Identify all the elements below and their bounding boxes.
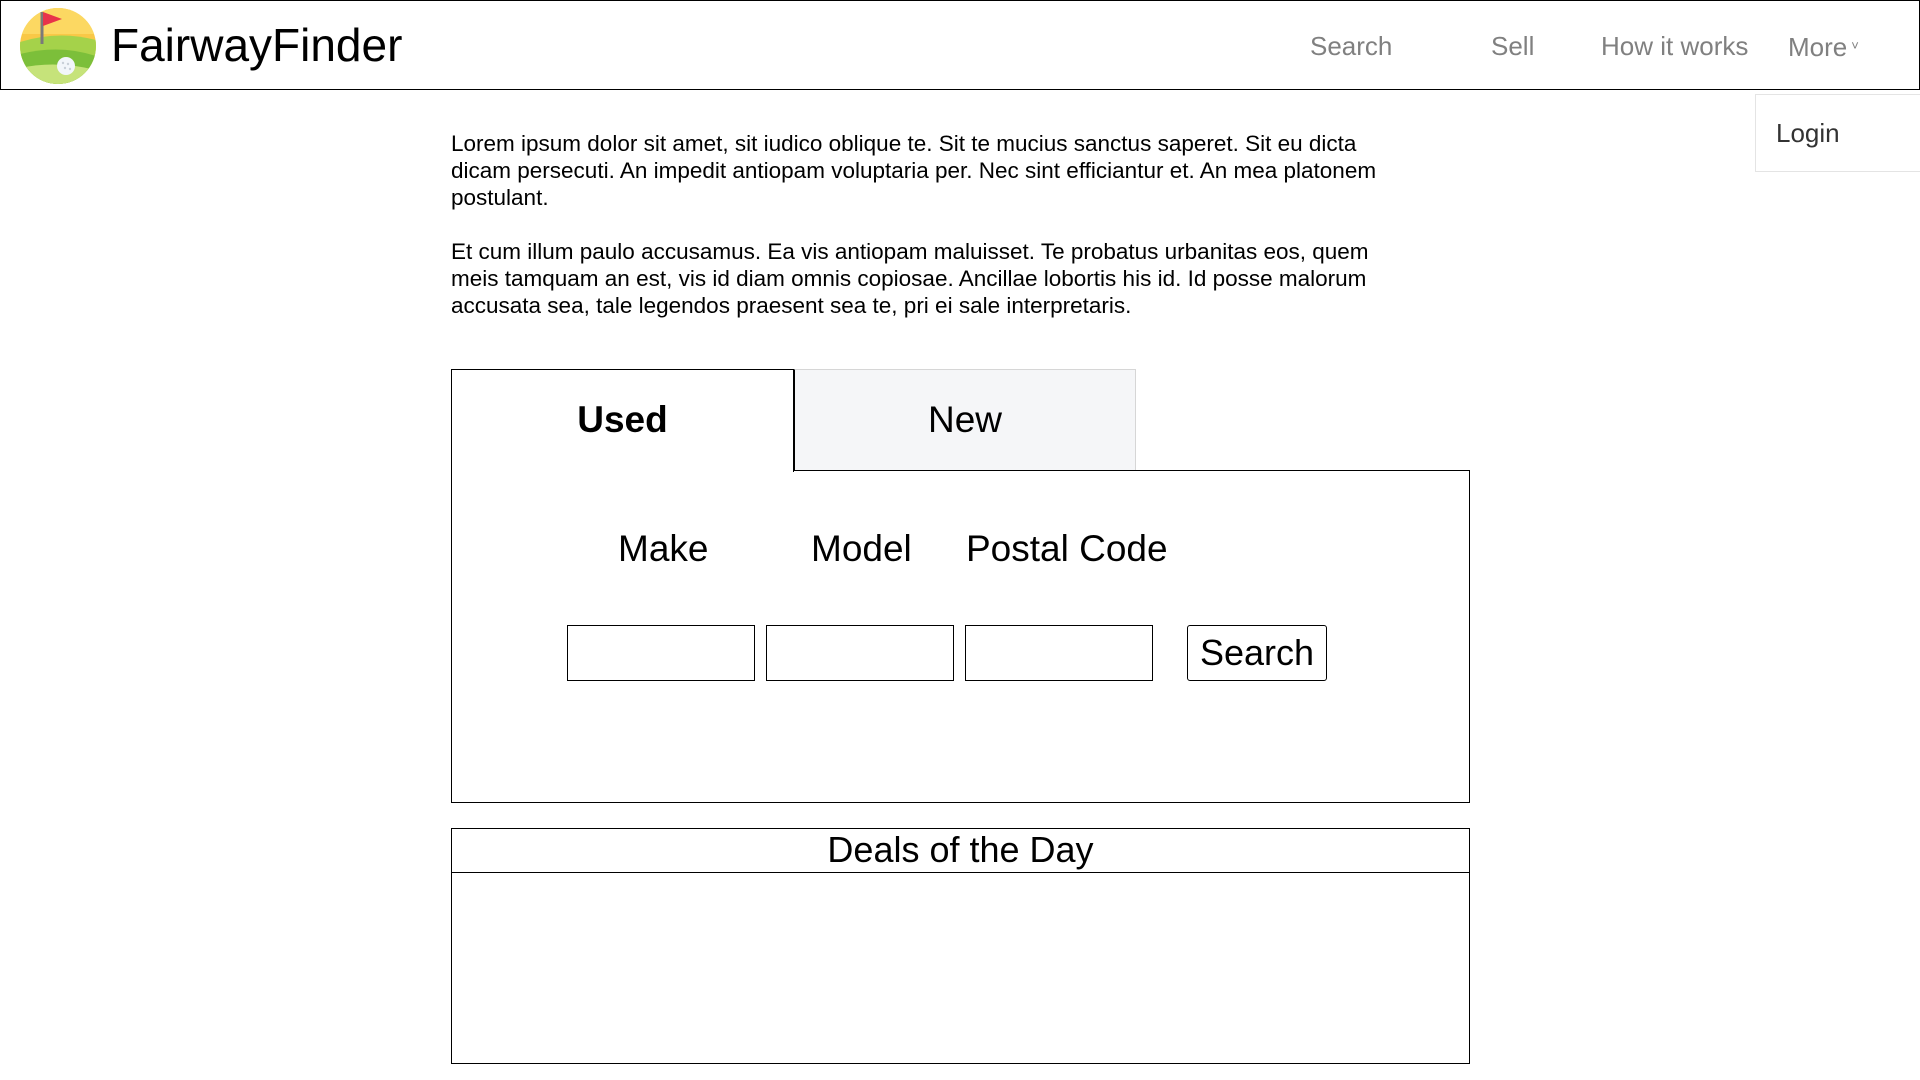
tab-new[interactable]: New xyxy=(794,369,1136,471)
deals-of-the-day-panel: Deals of the Day xyxy=(451,828,1470,1064)
model-label: Model xyxy=(811,528,912,569)
make-label: Make xyxy=(618,528,709,569)
intro-paragraph-2: Et cum illum paulo accusamus. Ea vis ant… xyxy=(451,239,1369,318)
nav-how-it-works-link[interactable]: How it works xyxy=(1601,29,1748,63)
login-menu-item[interactable]: Login xyxy=(1776,116,1840,150)
intro-text: Lorem ipsum dolor sit amet, sit iudico o… xyxy=(451,130,1401,346)
golf-course-flag-icon[interactable] xyxy=(20,8,96,84)
nav-more-menu[interactable]: More ˅ xyxy=(1788,29,1859,64)
search-button[interactable]: Search xyxy=(1187,625,1327,681)
nav-more-label: More xyxy=(1788,32,1848,62)
postal-code-label: Postal Code xyxy=(966,528,1168,569)
chevron-down-icon: ˅ xyxy=(1851,38,1859,53)
page: FairwayFinder Search Sell How it works M… xyxy=(0,0,1920,1080)
top-navbar: FairwayFinder Search Sell How it works M… xyxy=(0,0,1920,90)
deals-title: Deals of the Day xyxy=(452,829,1469,873)
intro-paragraph-1: Lorem ipsum dolor sit amet, sit iudico o… xyxy=(451,131,1377,210)
postal-code-input[interactable] xyxy=(965,625,1153,681)
model-input[interactable] xyxy=(766,625,954,681)
nav-search-link[interactable]: Search xyxy=(1310,29,1392,63)
brand-name[interactable]: FairwayFinder xyxy=(111,17,402,73)
search-panel-divider xyxy=(794,470,1470,471)
nav-sell-link[interactable]: Sell xyxy=(1491,29,1534,63)
make-input[interactable] xyxy=(567,625,755,681)
more-dropdown-menu: Login xyxy=(1755,94,1920,172)
tab-used[interactable]: Used xyxy=(451,369,794,472)
